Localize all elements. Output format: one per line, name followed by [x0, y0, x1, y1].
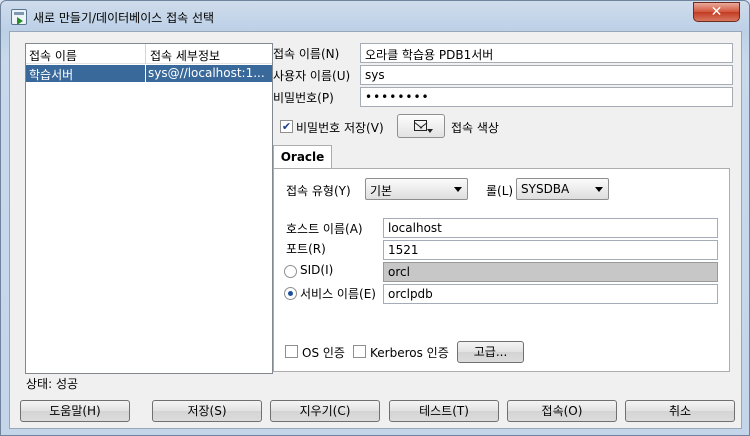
- dialog-client: 접속 이름 접속 세부정보 학습서버 sys@//localhost:1... …: [9, 31, 742, 429]
- conn-name-label: 접속 이름(N): [273, 47, 340, 61]
- window-title: 새로 만들기/데이터베이스 접속 선택: [33, 11, 215, 25]
- password-label: 비밀번호(P): [273, 91, 334, 105]
- conn-type-value: 기본: [370, 184, 393, 198]
- connection-color-button[interactable]: [397, 114, 445, 138]
- os-auth-checkbox[interactable]: [285, 345, 298, 358]
- save-button[interactable]: 저장(S): [152, 400, 262, 422]
- conn-name-input[interactable]: 오라클 학습용 PDB1서버: [360, 43, 733, 63]
- close-button[interactable]: ✕: [693, 2, 740, 22]
- cancel-button[interactable]: 취소: [625, 400, 735, 422]
- help-button[interactable]: 도움말(H): [20, 400, 130, 422]
- conn-type-label: 접속 유형(Y): [286, 184, 351, 198]
- connect-button[interactable]: 접속(O): [507, 400, 617, 422]
- envelope-icon: [414, 120, 427, 131]
- title-bar[interactable]: 새로 만들기/데이터베이스 접속 선택 ✕: [1, 1, 749, 31]
- oracle-tab-panel: 접속 유형(Y) 기본 롤(L) SYSDBA 호스트 이름(A) localh…: [273, 168, 730, 372]
- save-password-checkbox[interactable]: ✔: [280, 120, 293, 133]
- column-header-name[interactable]: 접속 이름: [29, 47, 77, 64]
- connection-list-header: 접속 이름 접속 세부정보: [26, 44, 272, 64]
- dialog-window: 새로 만들기/데이터베이스 접속 선택 ✕ 접속 이름 접속 세부정보 학습서버…: [0, 0, 750, 436]
- sid-radio[interactable]: [284, 265, 297, 278]
- service-name-label[interactable]: 서비스 이름(E): [300, 285, 376, 302]
- sid-label[interactable]: SID(I): [300, 263, 333, 277]
- connection-details: sys@//localhost:1...: [148, 66, 265, 80]
- connection-row[interactable]: 학습서버 sys@//localhost:1...: [26, 65, 272, 82]
- connection-list[interactable]: 접속 이름 접속 세부정보 학습서버 sys@//localhost:1...: [25, 43, 273, 374]
- role-select[interactable]: SYSDBA: [516, 178, 609, 200]
- chevron-down-icon: [454, 187, 462, 192]
- advanced-button[interactable]: 고급...: [457, 341, 524, 363]
- role-label: 롤(L): [486, 184, 514, 198]
- test-button[interactable]: 테스트(T): [389, 400, 499, 422]
- chevron-down-icon: [595, 187, 603, 192]
- app-icon: [11, 9, 27, 25]
- connection-name: 학습서버: [29, 68, 74, 82]
- clear-button[interactable]: 지우기(C): [270, 400, 380, 422]
- sid-input: orcl: [383, 262, 718, 282]
- kerberos-auth-checkbox[interactable]: [353, 345, 366, 358]
- host-input[interactable]: localhost: [383, 218, 718, 238]
- user-label: 사용자 이름(U): [273, 69, 351, 83]
- connection-color-label: 접속 색상: [451, 121, 499, 135]
- status-text: 상태: 성공: [26, 377, 79, 391]
- kerberos-auth-label[interactable]: Kerberos 인증: [370, 344, 449, 361]
- password-input[interactable]: ••••••••: [360, 87, 733, 107]
- host-label: 호스트 이름(A): [286, 222, 363, 236]
- os-auth-label[interactable]: OS 인증: [302, 344, 345, 361]
- column-header-details[interactable]: 접속 세부정보: [150, 47, 220, 64]
- save-password-label[interactable]: 비밀번호 저장(V): [296, 119, 384, 136]
- user-input[interactable]: sys: [360, 65, 733, 85]
- service-name-input[interactable]: orclpdb: [383, 284, 718, 304]
- port-input[interactable]: 1521: [383, 240, 718, 260]
- service-name-radio[interactable]: [284, 287, 297, 300]
- conn-type-select[interactable]: 기본: [365, 178, 468, 200]
- port-label: 포트(R): [286, 242, 326, 256]
- chevron-down-icon: [427, 129, 433, 133]
- role-value: SYSDBA: [521, 182, 570, 196]
- tab-oracle[interactable]: Oracle: [273, 145, 332, 169]
